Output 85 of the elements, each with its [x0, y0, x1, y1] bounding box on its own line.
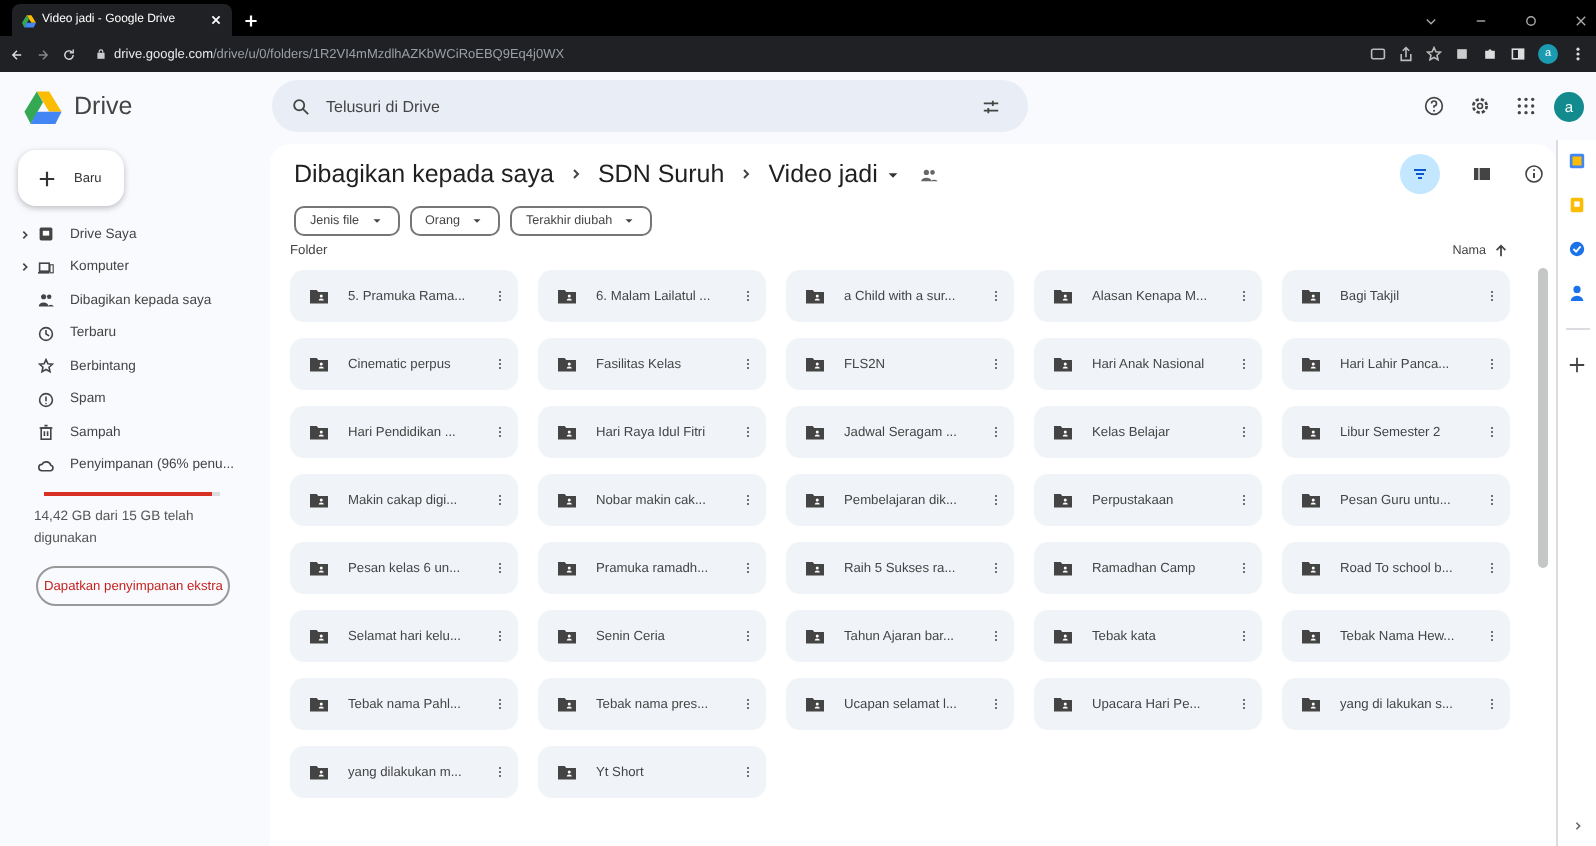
breadcrumb-item[interactable]: Video jadi: [764, 160, 904, 188]
shared-folder-icon: [1054, 288, 1072, 304]
help-icon[interactable]: [1424, 96, 1444, 116]
info-icon[interactable]: [1524, 164, 1544, 184]
add-icon[interactable]: [1568, 356, 1586, 374]
shared-folder-icon: [310, 560, 328, 576]
breadcrumb-item[interactable]: Dibagikan kepada saya: [290, 160, 558, 188]
sidebar-icon[interactable]: [1510, 46, 1526, 62]
shared-folder-icon: [310, 628, 328, 644]
arrow-up-icon: [1494, 244, 1508, 258]
shared-folder-icon: [1302, 424, 1320, 440]
shared-folder-icon: [558, 628, 576, 644]
drive-logo-icon: [22, 13, 36, 27]
shared-folder-icon: [310, 696, 328, 712]
shared-folder-icon: [806, 628, 824, 644]
warning-icon: [38, 391, 54, 408]
reload-icon[interactable]: [62, 47, 76, 61]
scrollbar-thumb[interactable]: [1538, 268, 1548, 568]
shared-folder-icon: [806, 492, 824, 508]
shared-folder-icon: [1054, 560, 1072, 576]
tasks-icon[interactable]: [1568, 240, 1586, 258]
calendar-icon[interactable]: [1568, 152, 1586, 170]
shared-folder-icon: [1302, 288, 1320, 304]
contacts-icon[interactable]: [1568, 284, 1586, 302]
shared-folder-icon: [806, 560, 824, 576]
clock-icon: [38, 325, 54, 342]
shared-folder-icon: [558, 764, 576, 780]
chevron-down-icon[interactable]: [1424, 13, 1438, 27]
shared-folder-icon: [1054, 424, 1072, 440]
shared-folder-icon: [310, 356, 328, 372]
drive-logo-icon: [24, 89, 62, 123]
list-view-icon[interactable]: [1472, 164, 1492, 184]
apps-grid-icon[interactable]: [1516, 96, 1536, 116]
shared-folder-icon: [558, 492, 576, 508]
star-icon[interactable]: [1426, 46, 1442, 62]
shared-folder-icon: [806, 288, 824, 304]
filter-sliders-icon[interactable]: [982, 97, 1000, 115]
search-input[interactable]: Telusuri di Drive: [326, 97, 966, 115]
trash-icon: [38, 424, 54, 441]
plus-icon: [38, 169, 56, 187]
app-title: Drive: [74, 92, 133, 120]
filter-toggle-icon[interactable]: [1400, 154, 1440, 194]
people-icon: [38, 292, 54, 309]
shared-folder-icon: [558, 288, 576, 304]
chevron-right-icon: [740, 166, 753, 182]
shared-folder-icon: [310, 424, 328, 440]
shared-folder-icon: [806, 424, 824, 440]
back-arrow-icon[interactable]: [10, 47, 24, 61]
shared-folder-icon: [1302, 628, 1320, 644]
people-icon: [919, 167, 938, 181]
caret-icon: [470, 214, 485, 228]
drive-icon: [38, 226, 54, 243]
computer-icon: [38, 259, 54, 276]
search-field[interactable]: Telusuri di Drive: [272, 80, 1028, 132]
shared-folder-icon: [558, 696, 576, 712]
shared-folder-icon: [310, 288, 328, 304]
star-icon: [38, 358, 54, 375]
shared-folder-icon: [1302, 492, 1320, 508]
shared-folder-icon: [1302, 560, 1320, 576]
share-icon[interactable]: [1398, 46, 1414, 62]
breadcrumb-item[interactable]: SDN Suruh: [593, 160, 729, 188]
shared-folder-icon: [806, 696, 824, 712]
shared-folder-icon: [558, 560, 576, 576]
shared-folder-icon: [1054, 696, 1072, 712]
shared-folder-icon: [558, 424, 576, 440]
settings-icon[interactable]: [1470, 96, 1490, 116]
shared-folder-icon: [558, 356, 576, 372]
close-icon[interactable]: [1574, 13, 1588, 27]
shared-folder-icon: [310, 492, 328, 508]
lock-icon: [96, 48, 106, 60]
chevron-right-icon: [569, 166, 582, 182]
forward-arrow-icon[interactable]: [36, 47, 50, 61]
shared-folder-icon: [1054, 356, 1072, 372]
caret-icon: [622, 214, 637, 228]
restore-icon[interactable]: [1524, 13, 1538, 27]
shared-folder-icon: [1302, 696, 1320, 712]
cloud-icon: [38, 457, 54, 474]
shared-folder-icon: [1054, 492, 1072, 508]
shared-folder-icon: [806, 356, 824, 372]
shared-folder-icon: [1302, 356, 1320, 372]
shared-folder-icon: [1054, 628, 1072, 644]
shared-folder-icon: [310, 764, 328, 780]
caret-icon: [369, 214, 383, 228]
search-icon: [292, 97, 310, 115]
new-tab-icon[interactable]: [244, 13, 258, 27]
